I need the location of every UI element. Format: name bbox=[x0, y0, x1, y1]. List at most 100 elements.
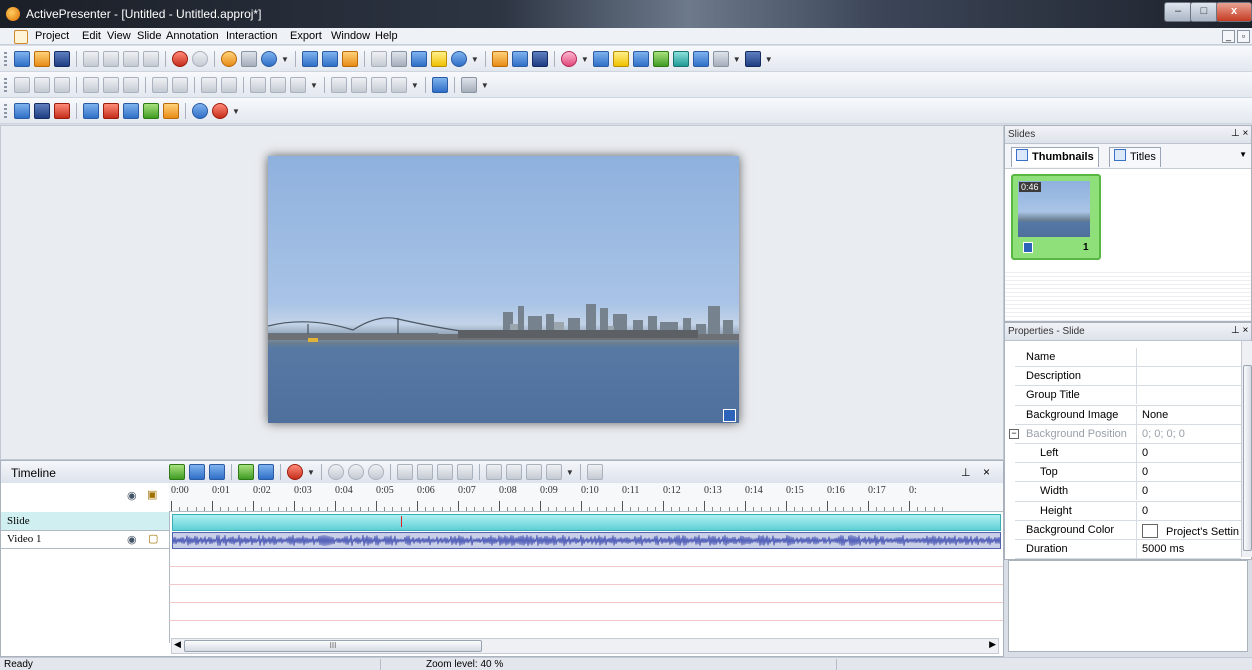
paste-icon[interactable] bbox=[123, 51, 139, 67]
toolbar-grip[interactable] bbox=[4, 52, 7, 66]
text-caption-icon[interactable] bbox=[390, 51, 407, 67]
property-row[interactable]: Height 0 bbox=[1015, 501, 1241, 521]
volume-dropdown-icon[interactable]: ▼ bbox=[566, 468, 574, 477]
record-dropdown-icon[interactable]: ▼ bbox=[733, 55, 741, 64]
grid-icon[interactable] bbox=[290, 77, 306, 93]
property-row[interactable]: Background Image None bbox=[1015, 405, 1241, 425]
center-horizontal-icon[interactable] bbox=[250, 77, 266, 93]
zoom-fit-icon[interactable] bbox=[241, 51, 257, 67]
tab-thumbnails[interactable]: Thumbnails bbox=[1011, 147, 1099, 167]
zoom-n-pan-icon[interactable] bbox=[672, 51, 689, 67]
menu-help[interactable]: Help bbox=[375, 30, 398, 42]
slide-thumbnail[interactable]: 0:46 1 bbox=[1011, 174, 1101, 260]
order-dropdown-icon[interactable]: ▼ bbox=[411, 81, 419, 90]
zoom-in-timeline-icon[interactable] bbox=[327, 464, 344, 480]
same-height-icon[interactable] bbox=[221, 77, 237, 93]
record-dropdown-icon[interactable]: ▼ bbox=[307, 468, 315, 477]
toolbar-grip[interactable] bbox=[4, 78, 7, 92]
shape-icon[interactable] bbox=[560, 51, 577, 67]
open-folder-icon[interactable] bbox=[34, 51, 50, 67]
grid-dropdown-icon[interactable]: ▼ bbox=[310, 81, 318, 90]
image-icon[interactable] bbox=[410, 51, 427, 67]
properties-scrollbar[interactable] bbox=[1241, 341, 1252, 557]
redo-icon[interactable] bbox=[192, 51, 208, 67]
click-zone-icon[interactable] bbox=[511, 51, 528, 67]
pin-icon[interactable]: ⊥ bbox=[961, 466, 971, 479]
noise-icon[interactable] bbox=[525, 464, 542, 480]
scroll-left-icon[interactable]: ◀ bbox=[174, 639, 181, 650]
timeline-horizontal-scrollbar[interactable]: ◀ III ▶ bbox=[171, 638, 999, 654]
screen-icon[interactable] bbox=[692, 51, 709, 67]
track-label-slide[interactable]: Slide bbox=[1, 512, 169, 531]
scroll-thumb[interactable] bbox=[1243, 365, 1252, 551]
property-row[interactable]: Width 0 bbox=[1015, 482, 1241, 502]
closed-caption-icon[interactable] bbox=[531, 51, 548, 67]
crop-icon[interactable] bbox=[416, 464, 433, 480]
playhead-marker[interactable] bbox=[401, 516, 402, 527]
volume-icon[interactable] bbox=[545, 464, 562, 480]
property-row[interactable]: Top 0 bbox=[1015, 463, 1241, 483]
import-slide-icon[interactable] bbox=[341, 51, 358, 67]
slide-track-bar[interactable] bbox=[172, 514, 1001, 531]
close-icon[interactable]: × bbox=[983, 465, 990, 479]
pdf-export-icon[interactable] bbox=[103, 103, 119, 119]
unlock-icon[interactable]: ▢ bbox=[148, 532, 158, 545]
property-row[interactable]: − Background Position 0; 0; 0; 0 bbox=[1009, 424, 1241, 444]
highlight-icon[interactable] bbox=[430, 51, 447, 67]
flash-export-icon[interactable] bbox=[54, 103, 70, 119]
align-center-icon[interactable] bbox=[34, 77, 50, 93]
style-dropdown-icon[interactable]: ▼ bbox=[481, 81, 489, 90]
split-icon[interactable] bbox=[396, 464, 413, 480]
zoom-out-icon[interactable] bbox=[261, 51, 277, 67]
minimize-button[interactable]: – bbox=[1164, 2, 1192, 22]
video-track-bar[interactable] bbox=[172, 532, 1001, 549]
cut-range-icon[interactable] bbox=[436, 464, 453, 480]
tab-titles[interactable]: Titles bbox=[1109, 147, 1161, 167]
zoom-reset-timeline-icon[interactable] bbox=[367, 464, 384, 480]
slide-canvas[interactable] bbox=[268, 156, 739, 423]
html-export-icon[interactable] bbox=[83, 103, 99, 119]
menu-view[interactable]: View bbox=[107, 30, 131, 42]
pin-close-icon[interactable]: ⊥ × bbox=[1231, 128, 1248, 139]
visibility-eye-icon[interactable]: ◉ bbox=[127, 533, 137, 546]
time-ruler[interactable]: 0:00 0:01 0:02 0:03 0:04 0:05 0:06 0:07 0:08 0:09… bbox=[169, 483, 1003, 512]
interaction-icon[interactable] bbox=[491, 51, 508, 67]
excel-export-icon[interactable] bbox=[143, 103, 159, 119]
undo-icon[interactable] bbox=[172, 51, 188, 67]
center-vertical-icon[interactable] bbox=[270, 77, 286, 93]
lock-icon[interactable]: ▣ bbox=[147, 488, 157, 501]
mouse-cursor-icon[interactable] bbox=[370, 51, 387, 67]
document-icon[interactable] bbox=[14, 30, 28, 44]
scroll-right-icon[interactable]: ▶ bbox=[989, 639, 996, 650]
toolbar-grip[interactable] bbox=[4, 104, 7, 118]
new-project-icon[interactable] bbox=[14, 51, 30, 67]
property-row[interactable]: Left 0 bbox=[1015, 443, 1241, 464]
record-audio-icon[interactable] bbox=[712, 51, 729, 67]
duplicate-slide-icon[interactable] bbox=[321, 51, 338, 67]
close-button[interactable]: x bbox=[1216, 2, 1252, 22]
snap-icon[interactable] bbox=[209, 464, 225, 480]
help-dropdown-icon[interactable]: ▼ bbox=[471, 55, 479, 64]
maximize-button[interactable]: □ bbox=[1190, 2, 1218, 22]
stop-icon[interactable] bbox=[258, 464, 274, 480]
spotlight-icon[interactable] bbox=[632, 51, 649, 67]
play-icon[interactable] bbox=[238, 464, 254, 480]
adjust-audio-icon[interactable] bbox=[485, 464, 502, 480]
track-label-video-1[interactable]: Video 1 ◉ ▢ bbox=[1, 530, 169, 549]
help-contents-icon[interactable] bbox=[212, 103, 228, 119]
cut-icon[interactable] bbox=[83, 51, 99, 67]
send-backward-icon[interactable] bbox=[370, 77, 387, 93]
property-row[interactable]: Name bbox=[1015, 348, 1241, 368]
align-right-icon[interactable] bbox=[54, 77, 70, 93]
record-video-icon[interactable] bbox=[34, 103, 50, 119]
menu-edit[interactable]: Edit bbox=[82, 30, 101, 42]
shape-dropdown-icon[interactable]: ▼ bbox=[581, 55, 589, 64]
insert-time-icon[interactable] bbox=[169, 464, 185, 480]
zoom-in-icon[interactable] bbox=[221, 51, 237, 67]
collapse-icon[interactable]: − bbox=[1009, 428, 1019, 439]
record-screen-icon[interactable] bbox=[14, 103, 30, 119]
audio-icon[interactable] bbox=[652, 51, 669, 67]
distribute-horizontal-icon[interactable] bbox=[152, 77, 168, 93]
record-icon[interactable] bbox=[287, 464, 303, 480]
insert-freeze-icon[interactable] bbox=[456, 464, 473, 480]
